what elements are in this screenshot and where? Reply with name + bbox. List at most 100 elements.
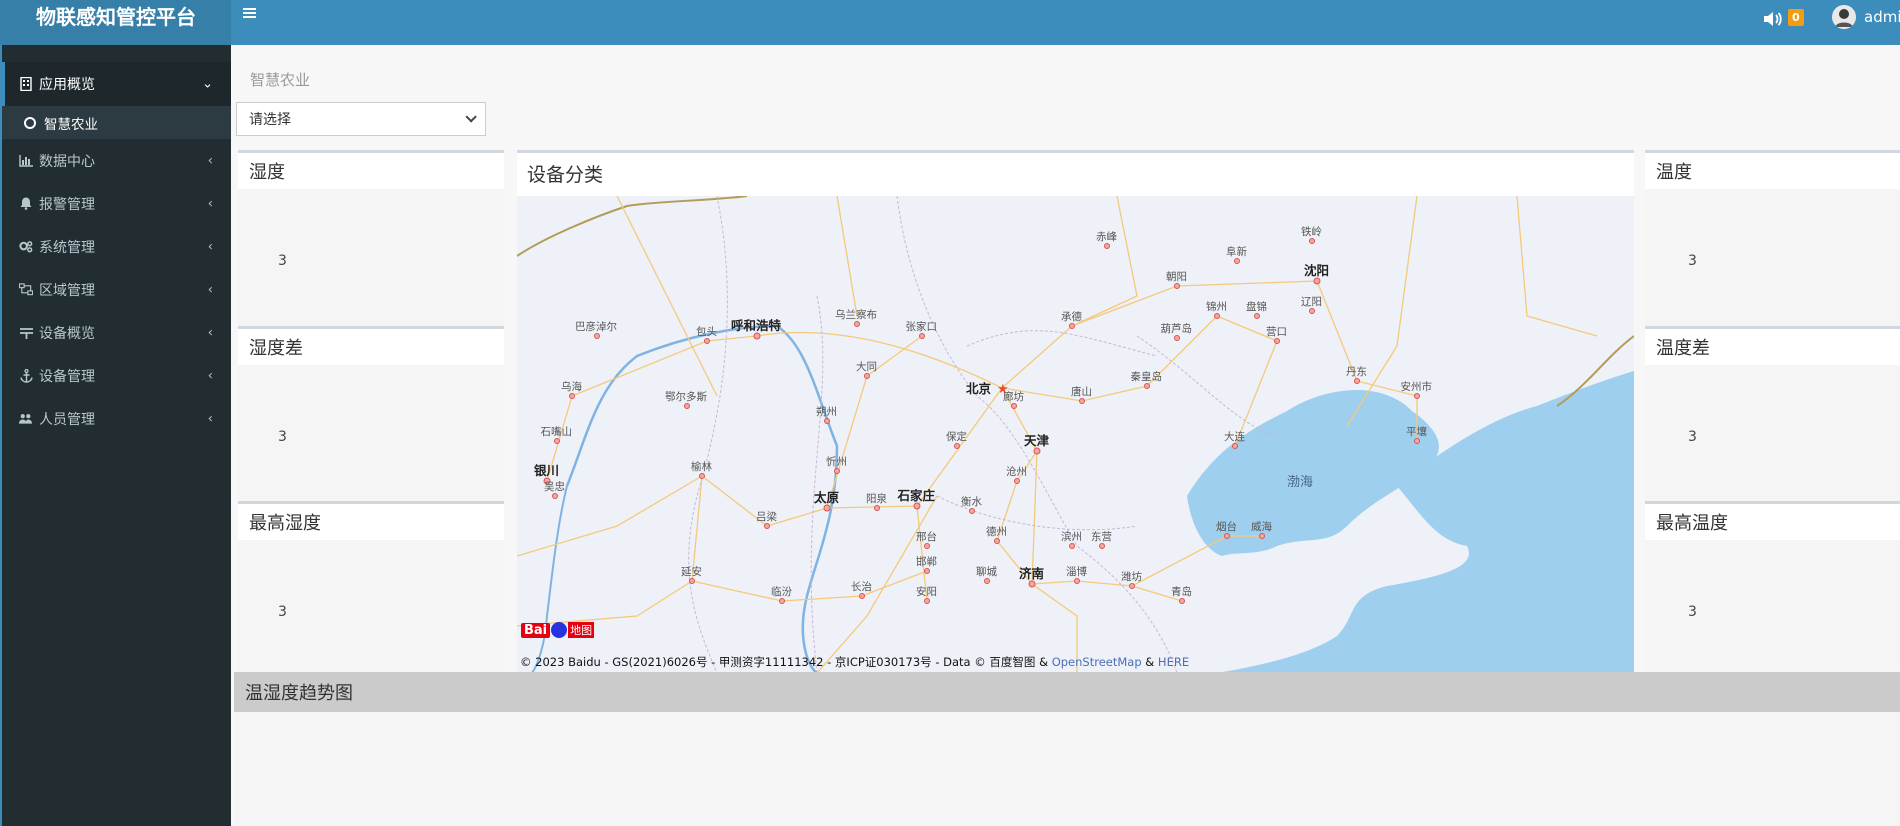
city-label: 呼和浩特 <box>731 318 782 333</box>
chevron-left-icon: ‹ <box>207 282 213 297</box>
city-marker <box>554 438 560 444</box>
sidebar-item-label: 报警管理 <box>39 196 95 213</box>
sidebar-item-label: 设备概览 <box>39 325 95 342</box>
city-label: 秦皇岛 <box>1131 370 1163 383</box>
city-marker <box>823 504 831 512</box>
city-marker <box>764 523 770 529</box>
city-label: 忻州 <box>826 455 847 468</box>
city-marker <box>1414 438 1420 444</box>
city-label: 乌海 <box>561 380 582 393</box>
chevron-left-icon: ‹ <box>207 325 213 340</box>
card-title: 湿度差 <box>238 329 504 365</box>
city-label: 廊坊 <box>1003 390 1025 403</box>
city-label: 邯郸 <box>916 555 937 568</box>
city-marker <box>913 502 921 510</box>
card-title: 温度 <box>1645 153 1900 189</box>
sidebar-item-device-overview[interactable]: 设备概览 ‹ <box>2 311 231 354</box>
city-marker <box>689 578 695 584</box>
chevron-down-icon <box>465 111 477 123</box>
city-label: 朔州 <box>816 405 837 418</box>
osm-link[interactable]: OpenStreetMap <box>1052 655 1142 669</box>
city-label: 葫芦岛 <box>1161 322 1193 335</box>
sidebar-item-system-management[interactable]: 系统管理 ‹ <box>2 225 231 268</box>
user-menu[interactable]: admin <box>1832 4 1900 30</box>
humidity-card: 湿度 3 <box>238 150 504 326</box>
city-marker <box>859 593 865 599</box>
city-marker <box>1259 533 1265 539</box>
city-label: 大连 <box>1224 430 1246 443</box>
chevron-left-icon: ‹ <box>207 239 213 254</box>
sidebar-item-personnel-management[interactable]: 人员管理 ‹ <box>2 397 231 440</box>
temperature-card: 温度 3 <box>1645 150 1900 326</box>
city-label: 平壤 <box>1406 425 1428 438</box>
sidebar-item-label: 应用概览 <box>39 77 95 93</box>
sidebar-toggle-icon[interactable] <box>243 6 261 22</box>
city-label: 乌兰察布 <box>835 308 877 321</box>
city-marker <box>1313 277 1321 285</box>
city-label: 太原 <box>814 490 840 505</box>
bell-icon <box>19 197 33 211</box>
city-marker <box>924 568 930 574</box>
city-marker <box>1232 443 1238 449</box>
city-label: 张家口 <box>906 320 938 333</box>
city-label: 吴忠 <box>544 481 565 493</box>
city-marker <box>984 578 990 584</box>
submenu-item-label: 智慧农业 <box>44 116 98 133</box>
city-label: 丹东 <box>1346 365 1367 378</box>
city-marker <box>919 333 925 339</box>
chevron-left-icon: ‹ <box>207 196 213 211</box>
humidity-diff-card: 湿度差 3 <box>238 326 504 502</box>
trend-chart-card: 温湿度趋势图 <box>234 672 1900 826</box>
submenu-item-smart-agriculture[interactable]: 智慧农业 <box>2 106 231 139</box>
sidebar-item-alarm-management[interactable]: 报警管理 ‹ <box>2 182 231 225</box>
city-label: 邢台 <box>916 530 937 543</box>
city-marker <box>954 443 960 449</box>
city-label: 临汾 <box>771 585 792 598</box>
sidebar-item-area-management[interactable]: 区域管理 ‹ <box>2 268 231 311</box>
max-humidity-card: 最高湿度 3 <box>238 501 504 671</box>
speaker-icon <box>1764 12 1782 26</box>
map-canvas[interactable]: ★北京天津石家庄太原济南沈阳呼和浩特银川赤峰阜新铁岭朝阳锦州 盘锦 辽阳葫芦岛 营口承… <box>517 196 1634 673</box>
sidebar: 应用概览 ⌄ 智慧农业 数据中心 ‹ 报警管理 ‹ 系统管理 ‹ 区域管理 ‹ … <box>0 45 231 826</box>
city-marker <box>1014 478 1020 484</box>
card-title: 最高温度 <box>1645 504 1900 540</box>
city-marker <box>569 393 575 399</box>
city-label: 石嘴山 <box>541 426 573 438</box>
notifications-button[interactable]: 0 <box>1762 9 1804 29</box>
app-logo[interactable]: 物联感知管控平台 <box>0 0 231 45</box>
city-marker <box>1079 398 1085 404</box>
project-select[interactable]: 请选择 <box>236 102 486 136</box>
city-marker <box>1274 338 1280 344</box>
sidebar-item-data-center[interactable]: 数据中心 ‹ <box>2 139 231 182</box>
city-label: 营口 <box>1266 325 1287 338</box>
building-icon <box>19 77 33 91</box>
here-link[interactable]: HERE <box>1158 655 1189 669</box>
city-label: 吕梁 <box>756 510 777 523</box>
city-label: 德州 <box>986 525 1007 538</box>
baidu-logo[interactable]: Bai 地图 <box>521 622 595 638</box>
sliders-icon <box>19 326 33 340</box>
card-title: 设备分类 <box>527 163 604 186</box>
city-marker <box>1174 335 1180 341</box>
city-marker <box>1309 238 1315 244</box>
baidu-logo-cn: 地图 <box>568 622 595 638</box>
city-label: 保定 <box>946 430 967 443</box>
sidebar-item-device-management[interactable]: 设备管理 ‹ <box>2 354 231 397</box>
max-temperature-card: 最高温度 3 <box>1645 501 1900 671</box>
city-label: 济南 <box>1019 566 1045 581</box>
city-marker <box>1414 393 1420 399</box>
city-marker <box>854 321 860 327</box>
bar-chart-icon <box>19 154 33 168</box>
city-marker <box>1309 308 1315 314</box>
city-marker <box>699 473 705 479</box>
sidebar-item-label: 数据中心 <box>39 153 95 170</box>
city-label: 衡水 <box>961 496 982 508</box>
city-label: 唐山 <box>1071 385 1092 398</box>
city-marker <box>924 598 930 604</box>
sidebar-item-app-overview[interactable]: 应用概览 ⌄ <box>2 62 231 106</box>
baidu-map[interactable]: ★ 北京 天津 石家庄 太原 济南 沈阳 呼和浩特 银川 赤峰 阜新 铁岭 朝阳 锦州 盘锦 辽阳 葫芦岛 营口承… <box>517 196 1634 673</box>
city-marker <box>1254 313 1260 319</box>
sidebar-item-label: 设备管理 <box>39 368 95 385</box>
city-label: 阳泉 <box>866 492 887 505</box>
city-marker <box>1104 243 1110 249</box>
